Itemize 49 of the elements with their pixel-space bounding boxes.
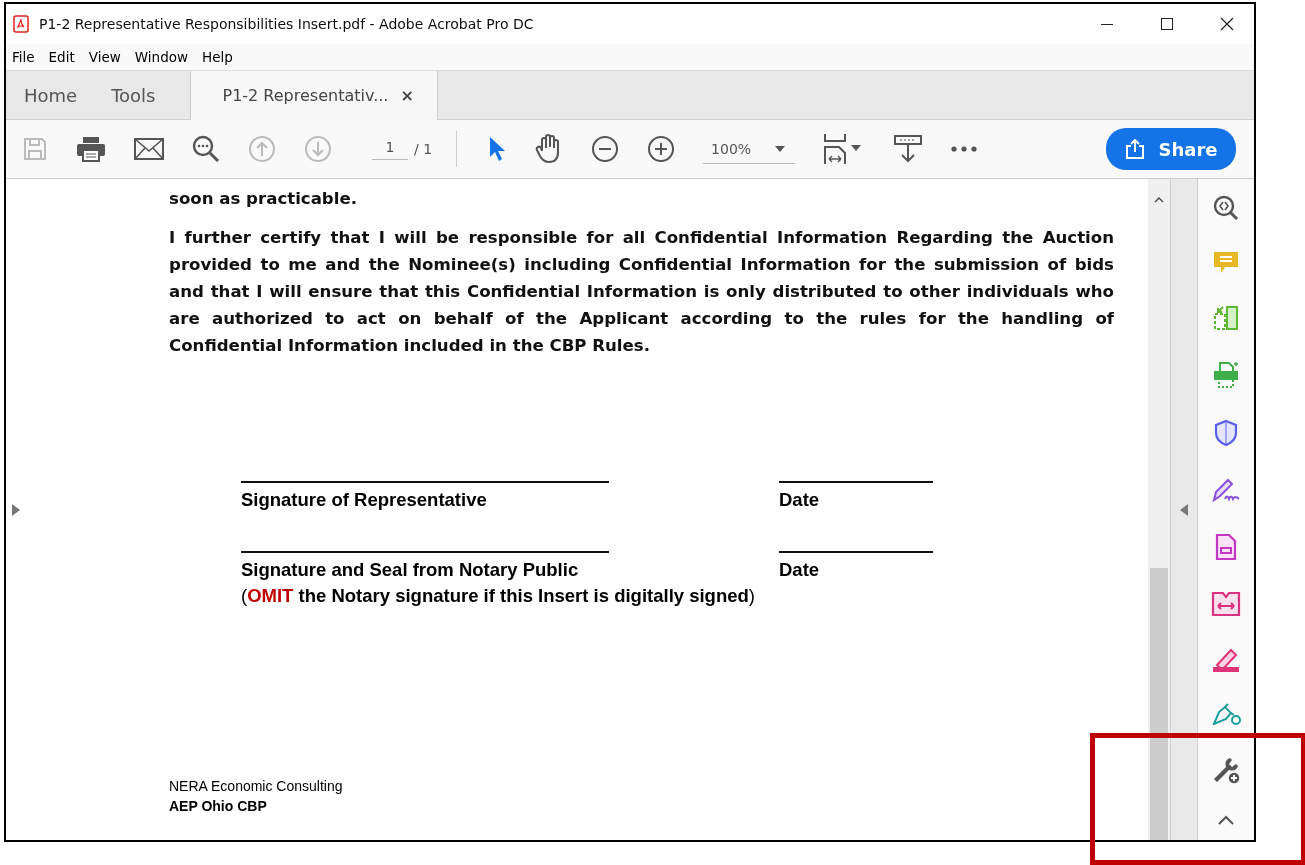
- footer-text: NERA Economic Consulting: [169, 777, 343, 796]
- signature-label: Signature and Seal from Notary Public: [241, 559, 580, 581]
- menu-item[interactable]: Edit: [42, 49, 80, 65]
- page-number-field[interactable]: 1: [372, 138, 408, 160]
- signature-label: Signature of Representative: [241, 489, 488, 511]
- scan-icon[interactable]: [1212, 361, 1240, 389]
- pen-nib-icon[interactable]: [1211, 703, 1241, 725]
- date-label: Date: [779, 489, 821, 511]
- zoom-dropdown[interactable]: 100%: [703, 134, 796, 164]
- date-label: Date: [779, 559, 821, 581]
- window-title: P1-2 Representative Responsibilities Insert.pdf - Adobe Acrobat Pro DC: [39, 16, 534, 32]
- tab[interactable]: Tools: [93, 71, 174, 119]
- mail-icon[interactable]: [134, 138, 164, 160]
- menu-item[interactable]: View: [82, 49, 126, 65]
- body-paragraph: soon as practicable.: [169, 188, 358, 210]
- zoom-in-icon[interactable]: [647, 135, 676, 163]
- menu-item[interactable]: Help: [196, 49, 238, 65]
- menu-item[interactable]: Window: [128, 49, 194, 65]
- share-icon: [1124, 139, 1147, 159]
- share-button[interactable]: Share: [1106, 128, 1236, 170]
- shield-icon[interactable]: [1214, 419, 1238, 447]
- page-total: / 1: [414, 141, 433, 157]
- caret-icon: [775, 145, 786, 152]
- footer-text: AEP Ohio CBP: [169, 797, 267, 816]
- scroll-thumb[interactable]: [1150, 568, 1168, 840]
- scroll-mode-icon[interactable]: [893, 134, 924, 164]
- vertical-scrollbar[interactable]: [1148, 179, 1170, 840]
- menu-item[interactable]: File: [6, 49, 40, 65]
- body-paragraph: I further certify that I will be responsible for all Confidential Information Regarding the Auction provided to me and the Nominee(s) including Confidential Information for the submission of bids and that I will ensure that this Confidential Information is only distributed to other individuals who are authorized to act on behalf of the Applicant according to the rules for the handling of Confidential Information included in the CBP Rules.: [169, 227, 1114, 357]
- compare-zoom-icon[interactable]: [1213, 195, 1239, 221]
- notary-note: (OMIT the Notary signature if this Insert is digitally signed): [241, 585, 756, 607]
- zoom-out-icon[interactable]: [591, 135, 620, 163]
- chevron-up-icon[interactable]: [1218, 815, 1234, 825]
- search-icon[interactable]: [192, 135, 220, 163]
- document-icon[interactable]: [1215, 533, 1237, 561]
- compress-document-icon[interactable]: [1211, 591, 1241, 617]
- tab[interactable]: Home: [6, 71, 96, 119]
- scroll-up-icon[interactable]: [1154, 197, 1164, 203]
- maximize-icon[interactable]: [1160, 17, 1174, 31]
- expand-left-panel-icon[interactable]: [12, 503, 20, 516]
- print-icon[interactable]: [76, 136, 106, 162]
- pdf-file-icon: [13, 15, 29, 33]
- highlighter-icon[interactable]: [1211, 647, 1241, 673]
- pen-signature-icon[interactable]: [1211, 477, 1241, 503]
- more-icon[interactable]: [951, 146, 978, 152]
- close-tab-icon[interactable]: ×: [400, 86, 414, 105]
- close-icon[interactable]: [1220, 17, 1234, 31]
- collapse-right-panel-icon[interactable]: [1180, 503, 1188, 516]
- tab[interactable]: P1-2 Representativ... ×: [189, 71, 438, 120]
